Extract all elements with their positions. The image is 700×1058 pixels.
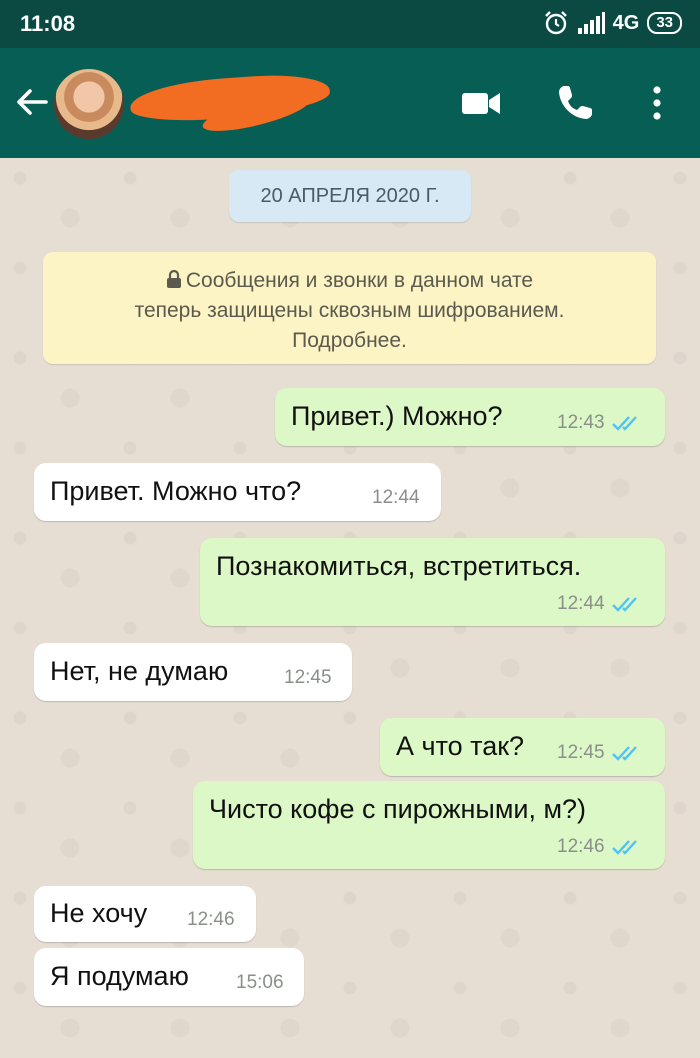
message-bubble-incoming[interactable]: Нет, не думаю 12:45 (34, 643, 352, 701)
message-bubble-outgoing[interactable]: Познакомиться, встретиться. 12:44 (200, 538, 665, 626)
chat-area[interactable]: 20 АПРЕЛЯ 2020 Г. Сообщения и звонки в д… (0, 158, 700, 1058)
learn-more-link[interactable]: Подробнее. (43, 326, 656, 356)
status-icons: 4G 33 (543, 10, 682, 36)
double-check-read-icon (611, 597, 637, 612)
encryption-notice-line2: теперь защищены сквозным шифрованием. (134, 299, 565, 322)
message-text: Познакомиться, встретиться. (216, 551, 582, 581)
signal-icon (577, 12, 605, 34)
double-check-read-icon (611, 840, 637, 855)
message-text: Нет, не думаю (50, 656, 229, 686)
message-meta: 12:44 (557, 593, 645, 615)
message-time: 12:44 (557, 593, 605, 614)
date-separator: 20 АПРЕЛЯ 2020 Г. (229, 170, 471, 222)
network-type-label: 4G (612, 11, 640, 34)
message-bubble-incoming[interactable]: Я подумаю 15:06 (34, 948, 304, 1006)
message-time: 12:45 (284, 667, 332, 688)
message-time: 12:43 (557, 412, 605, 433)
contact-avatar[interactable] (54, 69, 124, 139)
back-arrow-icon[interactable] (14, 84, 50, 120)
more-options-icon[interactable] (636, 82, 678, 124)
contact-name-redaction (128, 71, 332, 125)
message-text: Не хочу (50, 898, 148, 928)
message-meta: 12:44 (372, 487, 420, 509)
message-time: 12:46 (187, 909, 235, 930)
message-bubble-incoming[interactable]: Не хочу 12:46 (34, 886, 256, 942)
message-time: 12:46 (557, 836, 605, 857)
video-call-icon[interactable] (460, 82, 502, 124)
message-time: 15:06 (236, 972, 284, 993)
message-bubble-outgoing[interactable]: Чисто кофе с пирожными, м?) 12:46 (193, 781, 665, 869)
message-time: 12:45 (557, 742, 605, 763)
message-meta: 12:45 (557, 742, 645, 764)
status-time: 11:08 (20, 11, 76, 36)
message-text: Привет. Можно что? (50, 476, 302, 506)
message-text: Чисто кофе с пирожными, м?) (209, 794, 587, 824)
double-check-read-icon (611, 746, 637, 761)
message-bubble-incoming[interactable]: Привет. Можно что? 12:44 (34, 463, 441, 521)
message-meta: 12:46 (187, 909, 235, 931)
message-bubble-outgoing[interactable]: Привет.) Можно? 12:43 (275, 388, 665, 446)
message-meta: 12:43 (557, 412, 645, 434)
alarm-icon (544, 11, 567, 35)
message-text: Привет.) Можно? (291, 401, 503, 431)
battery-level: 33 (647, 12, 682, 34)
status-bar: 11:08 4G 33 (0, 0, 700, 48)
encryption-notice-line1: Сообщения и звонки в данном чате (185, 269, 534, 292)
lock-icon (166, 269, 181, 288)
message-time: 12:44 (372, 487, 420, 508)
phone-call-icon[interactable] (554, 82, 596, 124)
message-meta: 12:46 (557, 836, 645, 858)
message-bubble-outgoing[interactable]: А что так? 12:45 (380, 718, 665, 776)
message-meta: 12:45 (284, 667, 332, 689)
message-text: А что так? (396, 731, 525, 761)
double-check-read-icon (611, 416, 637, 431)
message-meta: 15:06 (236, 972, 284, 994)
encryption-notice[interactable]: Сообщения и звонки в данном чате теперь … (43, 252, 656, 364)
chat-header (0, 48, 700, 158)
message-text: Я подумаю (50, 961, 189, 991)
